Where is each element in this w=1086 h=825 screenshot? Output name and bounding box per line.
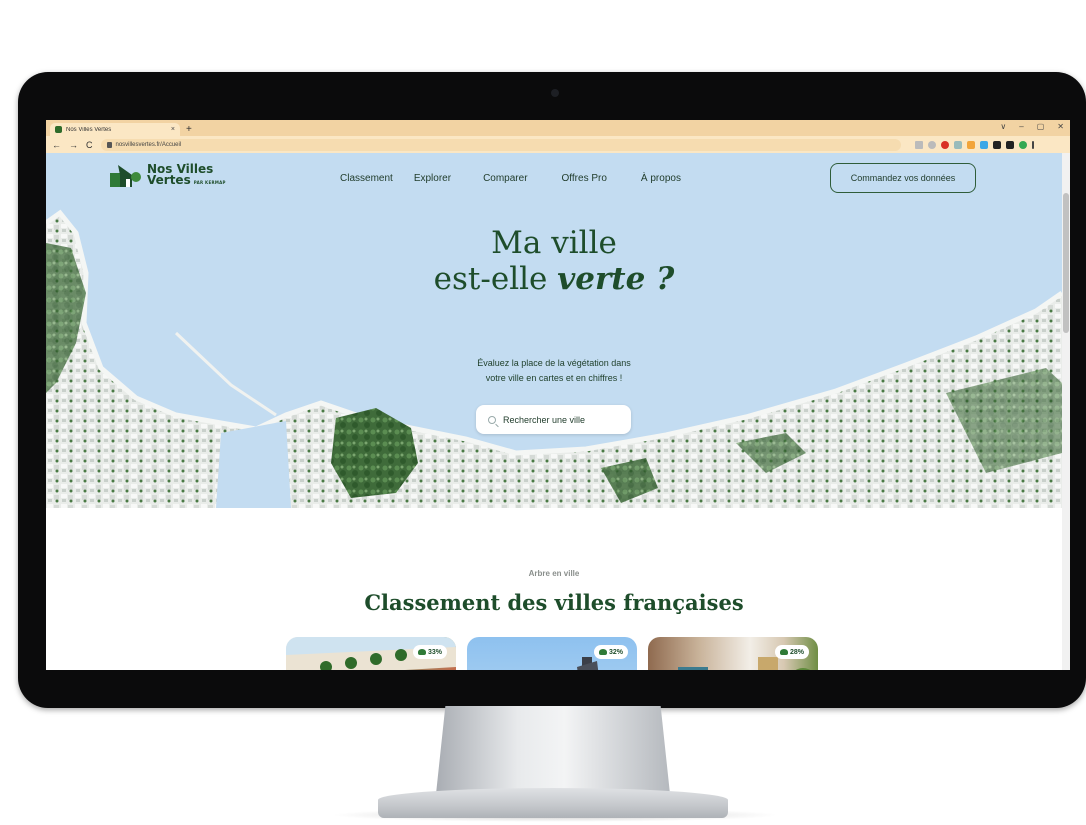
city-card[interactable]: 33% — [286, 637, 456, 670]
back-arrow-icon[interactable]: ← — [52, 140, 61, 150]
city-cards: 33% 32% 28% — [286, 637, 818, 670]
tree-icon — [417, 649, 426, 655]
tree-cover-badge: 32% — [593, 645, 628, 659]
main-nav: Classement Explorer Comparer Offres Pro … — [340, 173, 715, 184]
site-favicon-icon — [55, 126, 62, 133]
nav-comparer[interactable]: Comparer — [483, 173, 527, 184]
page-scrollbar[interactable] — [1062, 153, 1070, 670]
hero-subtitle-line2: votre ville en cartes et en chiffres ! — [485, 373, 623, 383]
forward-arrow-icon[interactable]: → — [69, 140, 78, 150]
tree-cover-badge: 33% — [412, 645, 447, 659]
logo-text-line2: Vertes PAR KERMAP — [147, 173, 226, 188]
tab-title: Nos Villes Vertes — [66, 126, 112, 133]
close-window-button[interactable]: ✕ — [1057, 122, 1064, 131]
side-panel-icon[interactable] — [1005, 140, 1014, 149]
badge-value: 33% — [427, 648, 442, 656]
window-controls: ∨ – ▢ ✕ — [1000, 122, 1064, 131]
hero-subtitle: Évaluez la place de la végétation dans v… — [46, 356, 1062, 386]
monitor-mockup: Nos Villes Vertes × + ∨ – ▢ ✕ ← → C nosv… — [0, 0, 1086, 825]
browser-toolbar: ← → C nosvillesvertes.fr/Accueil — [46, 136, 1070, 153]
tree-icon — [598, 649, 607, 655]
badge-value: 32% — [608, 648, 623, 656]
city-search-input[interactable]: Rechercher une ville — [476, 405, 631, 434]
reload-icon[interactable]: C — [86, 140, 93, 150]
profile-avatar[interactable] — [1018, 140, 1027, 149]
scrollbar-thumb[interactable] — [1063, 193, 1069, 333]
city-card[interactable]: 28% — [648, 637, 818, 670]
puzzle-icon[interactable] — [992, 140, 1001, 149]
site-logo[interactable]: Nos Villes Vertes PAR KERMAP — [108, 163, 226, 189]
nav-classement[interactable]: Classement — [340, 173, 393, 184]
hero-title-emphasis: verte ? — [557, 261, 675, 297]
extension-icon[interactable] — [979, 140, 988, 149]
search-placeholder: Rechercher une ville — [503, 414, 586, 425]
browser-tabbar: Nos Villes Vertes × + ∨ – ▢ ✕ — [46, 120, 1070, 136]
screen: Nos Villes Vertes × + ∨ – ▢ ✕ ← → C nosv… — [46, 120, 1070, 670]
logo-byline: PAR KERMAP — [193, 180, 226, 185]
hero-title-line2: est-elle verte ? — [46, 261, 1062, 297]
browser-tab[interactable]: Nos Villes Vertes × — [50, 123, 180, 136]
bookmark-star-icon[interactable] — [927, 140, 936, 149]
tab-search-icon[interactable]: ∨ — [1000, 122, 1006, 131]
web-page: Nos Villes Vertes PAR KERMAP Classement E… — [46, 153, 1070, 670]
badge-value: 28% — [789, 648, 804, 656]
search-icon — [488, 415, 496, 424]
extension-icon[interactable] — [966, 140, 975, 149]
tab-close-icon[interactable]: × — [171, 126, 175, 133]
address-bar[interactable]: nosvillesvertes.fr/Accueil — [100, 138, 901, 151]
lock-icon — [106, 141, 112, 148]
site-header: Nos Villes Vertes PAR KERMAP Classement E… — [46, 153, 1062, 201]
webcam — [551, 89, 559, 97]
maximize-button[interactable]: ▢ — [1037, 122, 1045, 131]
tree-cover-badge: 28% — [774, 645, 809, 659]
tree-icon — [779, 649, 788, 655]
hero-subtitle-line1: Évaluez la place de la végétation dans — [477, 358, 631, 368]
new-tab-button[interactable]: + — [186, 124, 192, 136]
hero-title-line1: Ma ville — [491, 225, 617, 261]
url-text: nosvillesvertes.fr/Accueil — [115, 141, 182, 148]
hero-section — [46, 153, 1062, 508]
order-data-button[interactable]: Commandez vos données — [830, 163, 976, 193]
minimize-button[interactable]: – — [1019, 122, 1023, 131]
nav-offres-pro[interactable]: Offres Pro — [562, 173, 607, 184]
section-eyebrow: Arbre en ville — [528, 569, 580, 578]
logo-house-tree-icon — [110, 165, 141, 187]
monitor-stand — [436, 706, 670, 794]
share-icon[interactable] — [914, 140, 923, 149]
menu-kebab-icon[interactable] — [1031, 140, 1034, 149]
extension-icon[interactable] — [953, 140, 962, 149]
nav-a-propos[interactable]: À propos — [641, 173, 681, 184]
city-card[interactable]: 32% — [467, 637, 637, 670]
logo-vertes: Vertes — [147, 173, 191, 187]
section-title: Classement des villes françaises — [364, 590, 744, 615]
monitor-base — [378, 788, 728, 818]
city-aerial-map — [46, 209, 1062, 508]
nav-explorer[interactable]: Explorer — [414, 173, 451, 184]
hero-title-prefix: est-elle — [433, 261, 558, 297]
opera-extension-icon[interactable] — [940, 140, 949, 149]
extensions-toolbar — [914, 140, 1034, 149]
